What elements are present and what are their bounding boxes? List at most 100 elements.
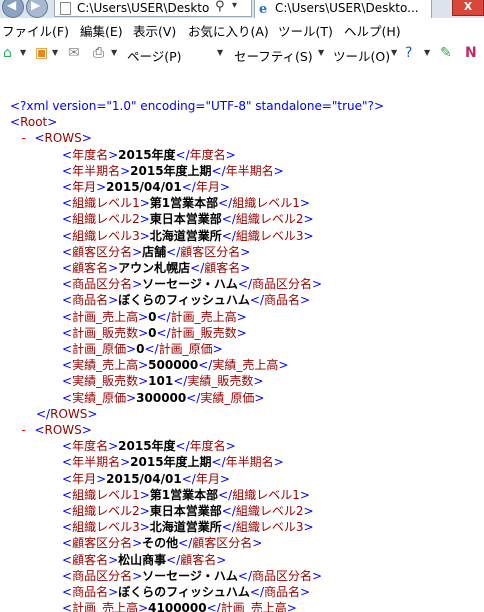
field-value: 東日本営業部 bbox=[149, 212, 222, 227]
collapse-toggle[interactable]: - bbox=[20, 131, 34, 145]
bracket: > bbox=[286, 601, 297, 612]
help-icon[interactable]: ? bbox=[405, 45, 412, 61]
bracket: </ bbox=[156, 325, 171, 340]
field-value: 2015年度 bbox=[118, 439, 176, 454]
field-close-tag: 顧客名 bbox=[204, 261, 241, 275]
menu-tools[interactable]: ツール(T) bbox=[278, 21, 333, 40]
bracket: </ bbox=[221, 504, 236, 518]
safety-dropdown-icon[interactable]: ▼ bbox=[318, 48, 324, 57]
bracket: < bbox=[62, 504, 73, 518]
xml-root-open: <Root> bbox=[10, 114, 57, 130]
field-value: ぼくらのフィッシュハム bbox=[118, 585, 250, 599]
menu-edit[interactable]: 編集(E) bbox=[80, 21, 123, 40]
tab-strip: ◀ ▶ C:\Users\USER\Deskto ⚲ ▾ e C:\Users\… bbox=[0, 0, 484, 19]
field-close-tag: 組織レベル1 bbox=[232, 196, 300, 211]
bracket: > bbox=[126, 342, 137, 356]
bracket: > bbox=[240, 244, 251, 259]
bracket: < bbox=[62, 293, 73, 308]
bracket: > bbox=[138, 358, 149, 373]
rows-open-line: - <ROWS> bbox=[20, 422, 92, 438]
address-bar[interactable]: C:\Users\USER\Deskto ⚲ ▾ bbox=[54, 0, 252, 17]
xml-field-line: <顧客名>アウン札幌店</顧客名> bbox=[62, 260, 250, 276]
bracket: < bbox=[62, 552, 73, 567]
bracket: < bbox=[62, 439, 73, 454]
xml-declaration-text: <?xml version="1.0" encoding="UTF-8" sta… bbox=[10, 99, 384, 113]
bracket: </ bbox=[218, 196, 233, 211]
bracket: </ bbox=[186, 390, 201, 405]
bracket: </ bbox=[221, 228, 236, 243]
bracket: </ bbox=[156, 309, 171, 324]
search-icon[interactable]: ⚲ bbox=[215, 0, 225, 14]
close-window-button[interactable]: X bbox=[452, 0, 484, 16]
xml-field-line: <組織レベル3>北海道営業所</組織レベル3> bbox=[62, 519, 314, 535]
field-value: アウン札幌店 bbox=[118, 261, 191, 275]
field-close-tag: 実績_原価 bbox=[200, 390, 255, 405]
back-button[interactable]: ◀ bbox=[2, 0, 24, 18]
bracket: < bbox=[62, 342, 73, 356]
feeds-dropdown-icon[interactable]: ▼ bbox=[52, 48, 58, 57]
bracket: </ bbox=[166, 552, 181, 567]
tab-active[interactable]: e C:\Users\USER\Deskto... bbox=[254, 0, 432, 18]
forward-button[interactable]: ▶ bbox=[26, 0, 48, 18]
help-dropdown-icon[interactable]: ▼ bbox=[424, 48, 430, 57]
bracket: > bbox=[278, 358, 289, 373]
print-dropdown-icon[interactable]: ▼ bbox=[111, 48, 117, 57]
field-close-tag: 年月 bbox=[195, 471, 220, 486]
home-dropdown-icon[interactable]: ▼ bbox=[20, 48, 26, 57]
bracket: </ bbox=[166, 244, 181, 259]
onenote-icon[interactable]: N bbox=[465, 45, 477, 61]
safety-menu-button[interactable]: セーフティ(S) bbox=[234, 46, 313, 65]
bracket: > bbox=[108, 439, 119, 454]
xml-field-line: <計画_売上高>0</計画_売上高> bbox=[62, 309, 247, 325]
bracket: < bbox=[62, 568, 73, 583]
address-text[interactable]: C:\Users\USER\Deskto bbox=[77, 1, 212, 15]
tools-dropdown-icon[interactable]: ▼ bbox=[391, 48, 397, 57]
bracket: > bbox=[299, 487, 310, 502]
field-close-tag: 商品区分名 bbox=[252, 568, 313, 583]
xml-field-line: <計画_原価>0</計画_原価> bbox=[62, 341, 223, 357]
bracket: </ bbox=[211, 455, 226, 470]
field-close-tag: 計画_売上高 bbox=[170, 309, 237, 324]
feeds-icon[interactable]: ▣ bbox=[35, 45, 48, 61]
field-value: 2015/04/01 bbox=[106, 471, 182, 486]
field-open-tag: 実績_原価 bbox=[72, 390, 127, 405]
home-icon[interactable]: ⌂ bbox=[3, 45, 12, 61]
xml-field-line: <組織レベル2>東日本営業部</組織レベル2> bbox=[62, 211, 314, 227]
collapse-toggle[interactable]: - bbox=[20, 423, 34, 437]
page-dropdown-icon[interactable]: ▼ bbox=[217, 48, 223, 57]
field-open-tag: 顧客名 bbox=[72, 261, 109, 275]
page-menu-button[interactable]: ページ(P) bbox=[127, 46, 182, 65]
command-bar: ⌂ ▼ ▣ ▼ ✉ ⎙ ▼ ページ(P) ▼ セーフティ(S) ▼ ツール(O)… bbox=[0, 40, 484, 68]
addon-icon[interactable]: ✎ bbox=[440, 45, 452, 61]
tools-menu-button[interactable]: ツール(O) bbox=[333, 46, 390, 65]
field-value: 第1営業本部 bbox=[149, 487, 219, 502]
bracket: > bbox=[225, 439, 236, 454]
bracket: < bbox=[62, 487, 73, 502]
bracket: < bbox=[62, 196, 73, 211]
menu-bar: ファイル(F) 編集(E) 表示(V) お気に入り(A) ツール(T) ヘルプ(… bbox=[0, 18, 484, 40]
field-open-tag: 計画_売上高 bbox=[72, 601, 139, 612]
bracket: </ bbox=[178, 536, 193, 551]
field-close-tag: 組織レベル1 bbox=[232, 487, 300, 502]
field-open-tag: 年度名 bbox=[72, 439, 109, 454]
field-open-tag: 顧客名 bbox=[72, 552, 109, 567]
mail-icon[interactable]: ✉ bbox=[68, 45, 80, 61]
field-close-tag: 年月 bbox=[195, 180, 220, 194]
field-value: 東日本営業部 bbox=[149, 504, 222, 518]
bracket: > bbox=[303, 520, 314, 535]
field-close-tag: 商品区分名 bbox=[252, 277, 313, 292]
bracket: > bbox=[303, 212, 314, 227]
field-close-tag: 実績_販売数 bbox=[187, 374, 254, 389]
menu-file[interactable]: ファイル(F) bbox=[2, 21, 69, 40]
menu-view[interactable]: 表示(V) bbox=[133, 21, 176, 40]
print-icon[interactable]: ⎙ bbox=[93, 45, 104, 61]
menu-help[interactable]: ヘルプ(H) bbox=[344, 21, 401, 40]
bracket: </ bbox=[190, 261, 205, 275]
field-open-tag: 商品名 bbox=[72, 585, 109, 599]
xml-field-line: <年月>2015/04/01</年月> bbox=[62, 179, 230, 195]
menu-favorites[interactable]: お気に入り(A) bbox=[188, 21, 269, 40]
field-close-tag: 商品名 bbox=[264, 293, 301, 308]
field-value: 0 bbox=[148, 325, 157, 340]
field-open-tag: 商品区分名 bbox=[72, 277, 133, 292]
address-dropdown-icon[interactable]: ▾ bbox=[232, 0, 237, 11]
